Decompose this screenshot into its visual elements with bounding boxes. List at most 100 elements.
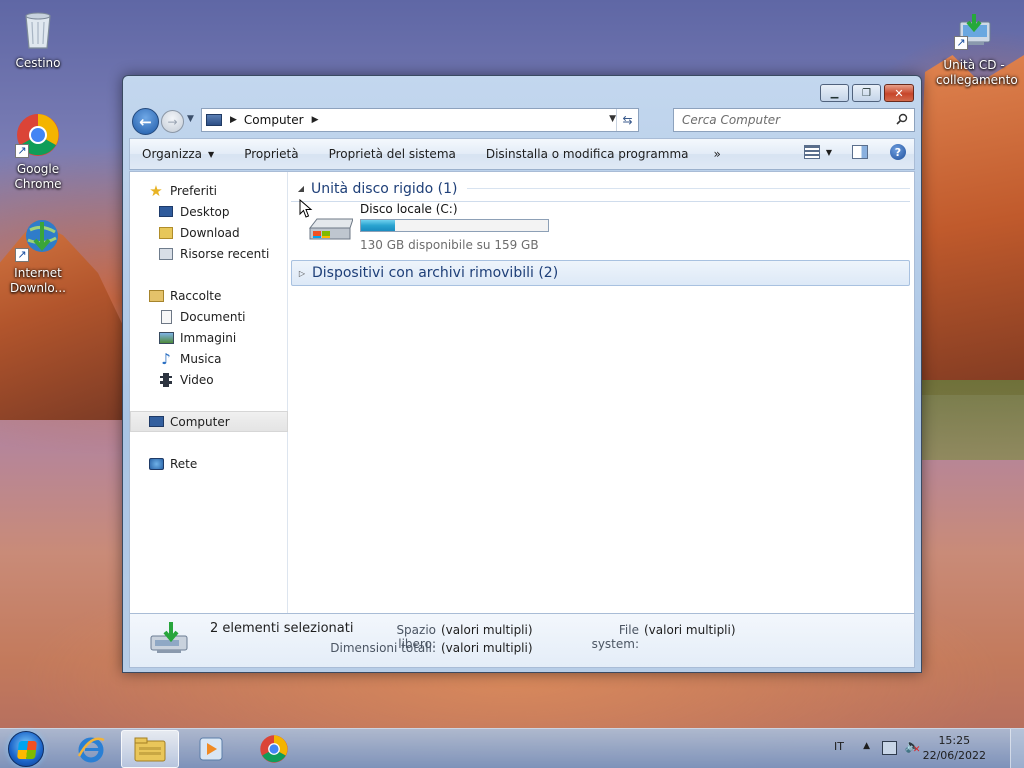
navigation-pane: ★ Preferiti Desktop Download Risorse rec… — [130, 172, 288, 613]
total-size-value: (valori multipli) — [441, 641, 533, 655]
more-commands-button[interactable]: » — [704, 147, 731, 161]
details-pane: 2 elementi selezionati Spazio libero: (v… — [129, 614, 915, 668]
media-player-icon — [199, 737, 223, 761]
taskbar-windows-explorer[interactable] — [121, 730, 179, 768]
desktop-icon — [158, 204, 174, 220]
cd-drive-shortcut-icon: ↗ — [954, 12, 994, 54]
expand-triangle-icon[interactable]: ▷ — [292, 269, 312, 278]
breadcrumb-computer[interactable]: Computer — [244, 113, 304, 127]
volume-muted-icon[interactable]: 🔈 ✕ — [905, 739, 921, 755]
recycle-bin-icon — [15, 6, 61, 52]
drive-name: Disco locale (C:) — [360, 202, 458, 216]
drive-local-c[interactable]: Disco locale (C:) 130 GB disponibile su … — [307, 202, 567, 252]
navigation-bar: ← → ▼ ▶ Computer ▶ ▼ ⇆ Cerca Computer — [129, 106, 915, 135]
windows-logo-icon — [17, 741, 37, 759]
group-removable-devices[interactable]: ▷ Dispositivi con archivi rimovibili (2) — [291, 260, 910, 286]
caption-buttons: ▁ ❐ ✕ — [817, 84, 914, 102]
shortcut-arrow-icon: ↗ — [15, 248, 29, 262]
address-bar[interactable]: ▶ Computer ▶ ▼ ⇆ — [201, 108, 639, 132]
show-hidden-icons-button[interactable]: ▲ — [863, 741, 870, 751]
view-options-dropdown-icon[interactable]: ▼ — [826, 148, 832, 157]
breadcrumb-separator-icon[interactable]: ▶ — [230, 115, 237, 125]
desktop-icon-chrome[interactable]: ↗ Google Chrome — [0, 112, 76, 192]
taskbar-chrome[interactable] — [245, 730, 303, 768]
nav-documents[interactable]: Documenti — [130, 306, 288, 327]
refresh-icon: ⇆ — [622, 113, 633, 127]
back-arrow-icon: ← — [139, 112, 152, 131]
refresh-button[interactable]: ⇆ — [616, 109, 638, 131]
recent-places-icon — [158, 246, 174, 262]
properties-button[interactable]: Proprietà — [229, 147, 313, 161]
wallpaper-mountain-right — [914, 55, 1024, 395]
network-tray-icon[interactable] — [882, 741, 897, 755]
nav-download[interactable]: Download — [130, 222, 288, 243]
nav-computer[interactable]: Computer — [130, 411, 288, 432]
nav-desktop[interactable]: Desktop — [130, 201, 288, 222]
nav-pictures[interactable]: Immagini — [130, 327, 288, 348]
group-hard-drives[interactable]: ◢ Unità disco rigido (1) — [291, 176, 910, 202]
nav-network[interactable]: Rete — [130, 453, 288, 474]
documents-icon — [158, 309, 174, 325]
taskbar: IT ▲ 🔈 ✕ 15:25 22/06/2022 — [0, 728, 1024, 768]
desktop-icon-recycle-bin[interactable]: Cestino — [0, 6, 76, 71]
change-view-icon[interactable] — [803, 145, 820, 159]
chrome-icon: ↗ — [15, 112, 61, 158]
clock-date: 22/06/2022 — [922, 749, 986, 762]
chrome-icon — [260, 735, 288, 763]
minimize-icon: ▁ — [830, 87, 839, 99]
computer-icon — [148, 414, 164, 430]
group-divider — [467, 188, 910, 189]
film-icon — [158, 372, 174, 388]
preview-pane-icon[interactable] — [852, 145, 868, 159]
shortcut-arrow-icon: ↗ — [954, 36, 968, 50]
file-system-value: (valori multipli) — [644, 623, 736, 637]
taskbar-internet-explorer[interactable] — [62, 730, 120, 768]
windows-explorer-icon — [134, 737, 166, 762]
explorer-window: ▁ ❐ ✕ ← → ▼ ▶ Computer ▶ ▼ ⇆ Cerca Compu… — [122, 75, 922, 673]
help-icon[interactable]: ? — [890, 144, 906, 160]
total-size-label: Dimensioni totali: — [330, 641, 436, 655]
language-indicator[interactable]: IT — [834, 740, 844, 753]
clock[interactable]: 15:25 22/06/2022 — [923, 733, 986, 763]
breadcrumb-separator-icon[interactable]: ▶ — [312, 115, 319, 125]
maximize-button[interactable]: ❐ — [852, 84, 881, 102]
uninstall-program-button[interactable]: Disinstalla o modifica programma — [471, 147, 704, 161]
pictures-icon — [158, 330, 174, 346]
internet-explorer-icon — [77, 737, 105, 763]
wallpaper-meadow — [914, 380, 1024, 460]
drive-usage-fill — [361, 220, 395, 231]
search-icon[interactable] — [896, 113, 908, 125]
start-button[interactable] — [8, 731, 44, 767]
system-properties-button[interactable]: Proprietà del sistema — [314, 147, 471, 161]
taskbar-media-player[interactable] — [182, 730, 240, 768]
collapse-triangle-icon[interactable]: ◢ — [291, 184, 311, 193]
mouse-cursor-icon — [299, 199, 313, 218]
show-desktop-button[interactable] — [1010, 729, 1024, 768]
recent-pages-button[interactable]: ▼ — [187, 114, 194, 124]
view-controls: ▼ ? — [803, 144, 906, 160]
nav-videos[interactable]: Video — [130, 369, 288, 390]
nav-favorites[interactable]: ★ Preferiti — [130, 180, 288, 201]
libraries-icon — [148, 288, 164, 304]
downloads-folder-icon — [158, 225, 174, 241]
forward-button[interactable]: → — [161, 110, 184, 133]
file-system-label: File system: — [591, 623, 639, 651]
desktop-icon-cd-shortcut[interactable]: ↗ Unità CD - collegamento — [936, 12, 1018, 88]
close-button[interactable]: ✕ — [884, 84, 914, 102]
explorer-body: ★ Preferiti Desktop Download Risorse rec… — [129, 171, 915, 614]
desktop-icon-idm[interactable]: ↗ Internet Downlo... — [0, 216, 76, 296]
search-box[interactable]: Cerca Computer — [673, 108, 915, 132]
organize-button[interactable]: Organizza ▼ — [130, 147, 229, 161]
minimize-button[interactable]: ▁ — [820, 84, 849, 102]
address-dropdown-icon[interactable]: ▼ — [609, 114, 616, 124]
chevron-down-icon: ▼ — [208, 149, 215, 159]
shortcut-arrow-icon: ↗ — [15, 144, 29, 158]
music-note-icon: ♪ — [161, 349, 171, 368]
nav-music[interactable]: ♪ Musica — [130, 348, 288, 369]
star-icon: ★ — [149, 181, 163, 200]
content-pane: ◢ Unità disco rigido (1) Disco locale (C… — [289, 172, 914, 613]
nav-recent-places[interactable]: Risorse recenti — [130, 243, 288, 264]
back-button[interactable]: ← — [132, 108, 159, 135]
computer-icon — [206, 114, 222, 126]
nav-libraries[interactable]: Raccolte — [130, 285, 288, 306]
